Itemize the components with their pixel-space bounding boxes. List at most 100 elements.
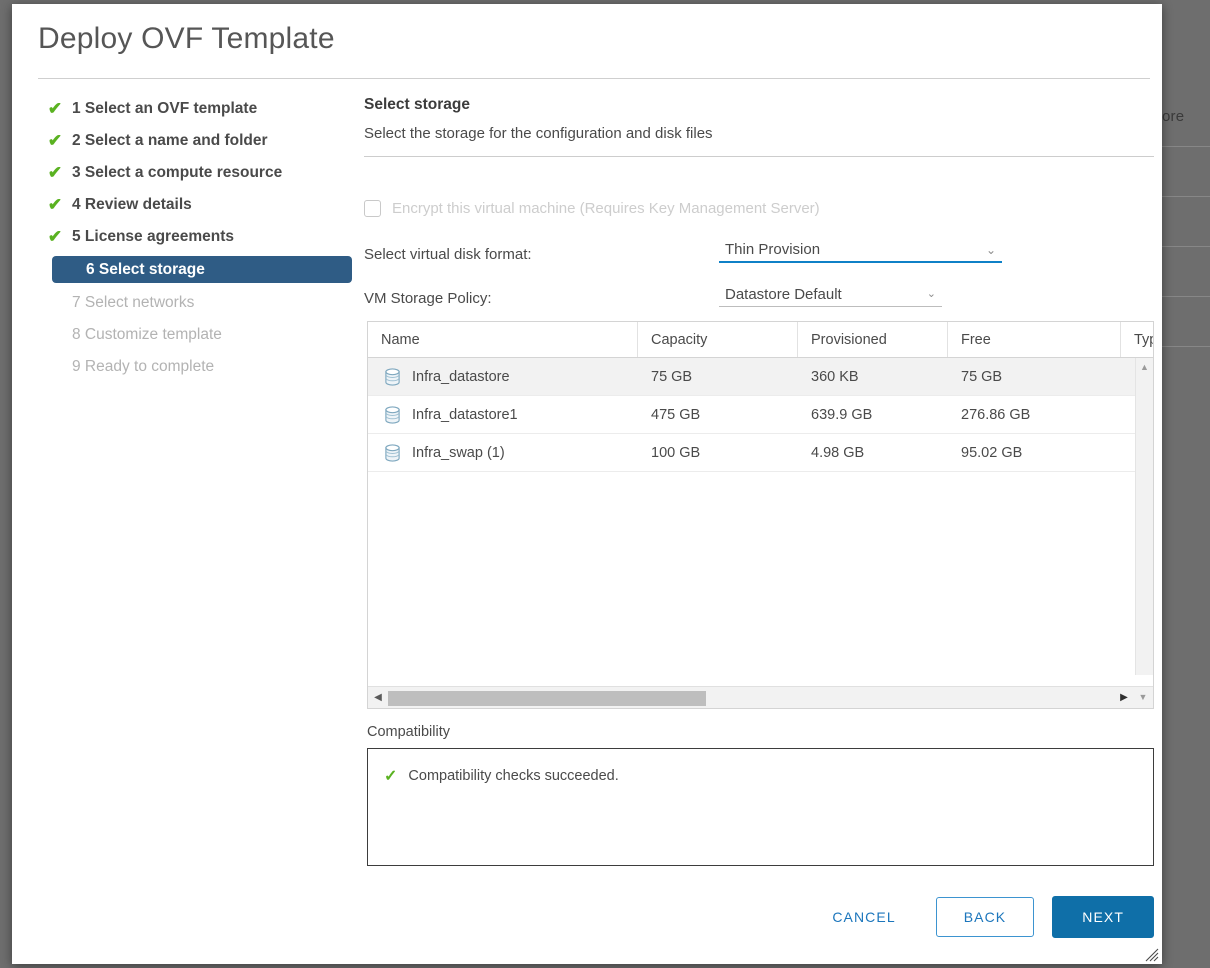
next-button[interactable]: NEXT xyxy=(1052,896,1154,938)
cell-provisioned: 4.98 GB xyxy=(798,434,948,471)
table-horizontal-scrollbar[interactable]: ◀ ▶ ▼ xyxy=(368,686,1153,708)
background-page: ore xyxy=(1162,0,1210,968)
table-body: Infra_datastore75 GB360 KB75 GBNFInfra_d… xyxy=(368,358,1153,472)
cell-name-text: Infra_datastore1 xyxy=(412,407,518,423)
step-complete-check-icon: ✔ xyxy=(46,128,64,153)
compatibility-label: Compatibility xyxy=(367,724,450,740)
scroll-right-icon[interactable]: ▶ xyxy=(1116,687,1132,708)
cell-free: 95.02 GB xyxy=(948,434,1121,471)
wizard-step-4[interactable]: ✔ 4 Review details xyxy=(38,192,348,217)
cell-name: Infra_datastore1 xyxy=(368,396,638,433)
wizard-step-3[interactable]: ✔ 3 Select a compute resource xyxy=(38,160,348,185)
table-vertical-scrollbar[interactable]: ▲ xyxy=(1135,358,1153,675)
encrypt-vm-row[interactable]: Encrypt this virtual machine (Requires K… xyxy=(364,200,820,217)
background-divider xyxy=(1162,346,1210,347)
encrypt-vm-checkbox[interactable] xyxy=(364,200,381,217)
column-header-name[interactable]: Name xyxy=(368,322,638,357)
datastore-icon xyxy=(384,368,401,386)
background-partial-text: ore xyxy=(1162,108,1210,125)
disk-format-value: Thin Provision xyxy=(725,241,820,258)
success-check-icon: ✓ xyxy=(384,766,397,786)
column-header-capacity[interactable]: Capacity xyxy=(638,322,798,357)
cell-provisioned-text: 4.98 GB xyxy=(811,445,864,461)
wizard-step-9[interactable]: 9 Ready to complete xyxy=(38,354,348,379)
wizard-step-2[interactable]: ✔ 2 Select a name and folder xyxy=(38,128,348,153)
step-complete-check-icon: ✔ xyxy=(46,96,64,121)
encrypt-vm-label: Encrypt this virtual machine (Requires K… xyxy=(392,200,820,217)
cell-capacity: 75 GB xyxy=(638,358,798,395)
wizard-step-label: 9 Ready to complete xyxy=(72,358,214,375)
background-divider xyxy=(1162,296,1210,297)
cell-name: Infra_swap (1) xyxy=(368,434,638,471)
deploy-ovf-template-dialog: Deploy OVF Template ✔ 1 Select an OVF tem… xyxy=(12,4,1162,964)
dialog-title: Deploy OVF Template xyxy=(38,22,335,56)
compatibility-box: ✓ Compatibility checks succeeded. xyxy=(367,748,1154,866)
horizontal-scroll-thumb[interactable] xyxy=(388,691,706,706)
background-divider xyxy=(1162,146,1210,147)
wizard-step-label: 5 License agreements xyxy=(72,228,234,245)
column-header-provisioned[interactable]: Provisioned xyxy=(798,322,948,357)
cell-free-text: 95.02 GB xyxy=(961,445,1022,461)
cell-name-text: Infra_datastore xyxy=(412,369,510,385)
cell-provisioned: 360 KB xyxy=(798,358,948,395)
step-complete-check-icon: ✔ xyxy=(46,192,64,217)
cell-capacity-text: 475 GB xyxy=(651,407,700,423)
column-header-free[interactable]: Free xyxy=(948,322,1121,357)
title-divider xyxy=(38,78,1150,79)
wizard-step-label: 6 Select storage xyxy=(86,261,205,278)
chevron-down-icon: ⌄ xyxy=(986,244,996,256)
storage-policy-value: Datastore Default xyxy=(725,286,842,303)
cell-capacity-text: 100 GB xyxy=(651,445,700,461)
cell-capacity: 100 GB xyxy=(638,434,798,471)
background-divider xyxy=(1162,246,1210,247)
storage-policy-row: VM Storage Policy: Datastore Default ⌄ xyxy=(364,286,1154,307)
table-row[interactable]: Infra_swap (1)100 GB4.98 GB95.02 GBNF xyxy=(368,434,1153,472)
step-complete-check-icon: ✔ xyxy=(46,160,64,185)
wizard-step-5[interactable]: ✔ 5 License agreements xyxy=(38,224,348,249)
wizard-step-label: 1 Select an OVF template xyxy=(72,100,257,117)
datastore-icon xyxy=(384,444,401,462)
wizard-step-label: 4 Review details xyxy=(72,196,192,213)
pane-divider xyxy=(364,156,1154,157)
wizard-step-label: 3 Select a compute resource xyxy=(72,164,282,181)
table-row[interactable]: Infra_datastore1475 GB639.9 GB276.86 GBN… xyxy=(368,396,1153,434)
background-divider xyxy=(1162,196,1210,197)
datastore-icon xyxy=(384,406,401,424)
disk-format-select[interactable]: Thin Provision ⌄ xyxy=(719,241,1002,263)
wizard-step-1[interactable]: ✔ 1 Select an OVF template xyxy=(38,96,348,121)
wizard-step-7[interactable]: 7 Select networks xyxy=(38,290,348,315)
table-empty-area xyxy=(368,472,1153,638)
scroll-down-icon[interactable]: ▼ xyxy=(1135,687,1151,708)
cell-provisioned-text: 639.9 GB xyxy=(811,407,872,423)
table-header-row: NameCapacityProvisionedFreeTyp xyxy=(368,322,1153,358)
back-button[interactable]: BACK xyxy=(936,897,1035,937)
wizard-step-8[interactable]: 8 Customize template xyxy=(38,322,348,347)
cell-name: Infra_datastore xyxy=(368,358,638,395)
compatibility-message-row: ✓ Compatibility checks succeeded. xyxy=(368,749,1153,786)
wizard-step-list: ✔ 1 Select an OVF template ✔ 2 Select a nam… xyxy=(38,96,348,386)
cell-free-text: 276.86 GB xyxy=(961,407,1030,423)
page-title: Select storage xyxy=(364,96,1154,114)
wizard-step-6[interactable]: 6 Select storage xyxy=(52,256,352,283)
cancel-button[interactable]: CANCEL xyxy=(818,901,909,933)
storage-policy-label: VM Storage Policy: xyxy=(364,290,719,307)
page-subtitle: Select the storage for the configuration… xyxy=(364,125,1154,142)
cell-free-text: 75 GB xyxy=(961,369,1002,385)
chevron-down-icon: ⌄ xyxy=(927,289,936,300)
scroll-left-icon[interactable]: ◀ xyxy=(370,687,386,708)
resize-grip-icon[interactable] xyxy=(1145,948,1159,962)
scroll-up-icon[interactable]: ▲ xyxy=(1136,360,1153,375)
table-row[interactable]: Infra_datastore75 GB360 KB75 GBNF xyxy=(368,358,1153,396)
storage-policy-select[interactable]: Datastore Default ⌄ xyxy=(719,286,942,307)
cell-free: 75 GB xyxy=(948,358,1121,395)
datastore-table: NameCapacityProvisionedFreeTyp Infra_dat… xyxy=(367,321,1154,709)
dialog-footer: CANCEL BACK NEXT xyxy=(367,896,1154,938)
cell-free: 276.86 GB xyxy=(948,396,1121,433)
wizard-step-label: 2 Select a name and folder xyxy=(72,132,268,149)
wizard-step-label: 8 Customize template xyxy=(72,326,222,343)
step-complete-check-icon: ✔ xyxy=(46,224,64,249)
cell-capacity: 475 GB xyxy=(638,396,798,433)
cell-provisioned: 639.9 GB xyxy=(798,396,948,433)
column-header-typ[interactable]: Typ xyxy=(1121,322,1153,357)
disk-format-label: Select virtual disk format: xyxy=(364,246,719,263)
